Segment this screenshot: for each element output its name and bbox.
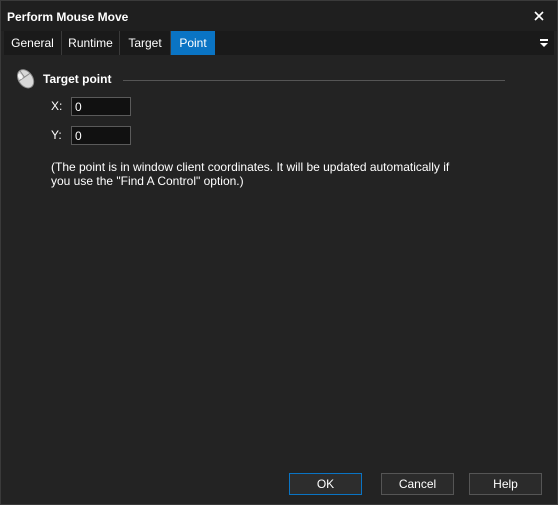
cancel-button[interactable]: Cancel [381,473,454,495]
help-button[interactable]: Help [469,473,542,495]
tab-general[interactable]: General [4,31,62,55]
coordinates-note: (The point is in window client coordinat… [51,160,450,188]
y-input[interactable] [71,126,131,145]
window-title: Perform Mouse Move [7,10,129,24]
mouse-icon [16,69,35,89]
group-divider [123,80,505,81]
close-icon [534,11,544,21]
tab-point[interactable]: Point [171,31,215,55]
group-label-target-point: Target point [43,72,112,86]
close-button[interactable] [521,1,557,31]
tab-menu-button[interactable] [536,35,552,51]
title-bar: Perform Mouse Move [1,1,557,31]
menu-dropdown-icon [540,39,548,47]
x-label: X: [51,99,63,113]
y-label: Y: [51,128,62,142]
dialog-window: Perform Mouse Move General Runtime Targe… [0,0,558,505]
ok-button[interactable]: OK [289,473,362,495]
tab-runtime[interactable]: Runtime [62,31,120,55]
tab-target[interactable]: Target [120,31,171,55]
x-input[interactable] [71,97,131,116]
tab-strip: General Runtime Target Point [4,31,554,55]
